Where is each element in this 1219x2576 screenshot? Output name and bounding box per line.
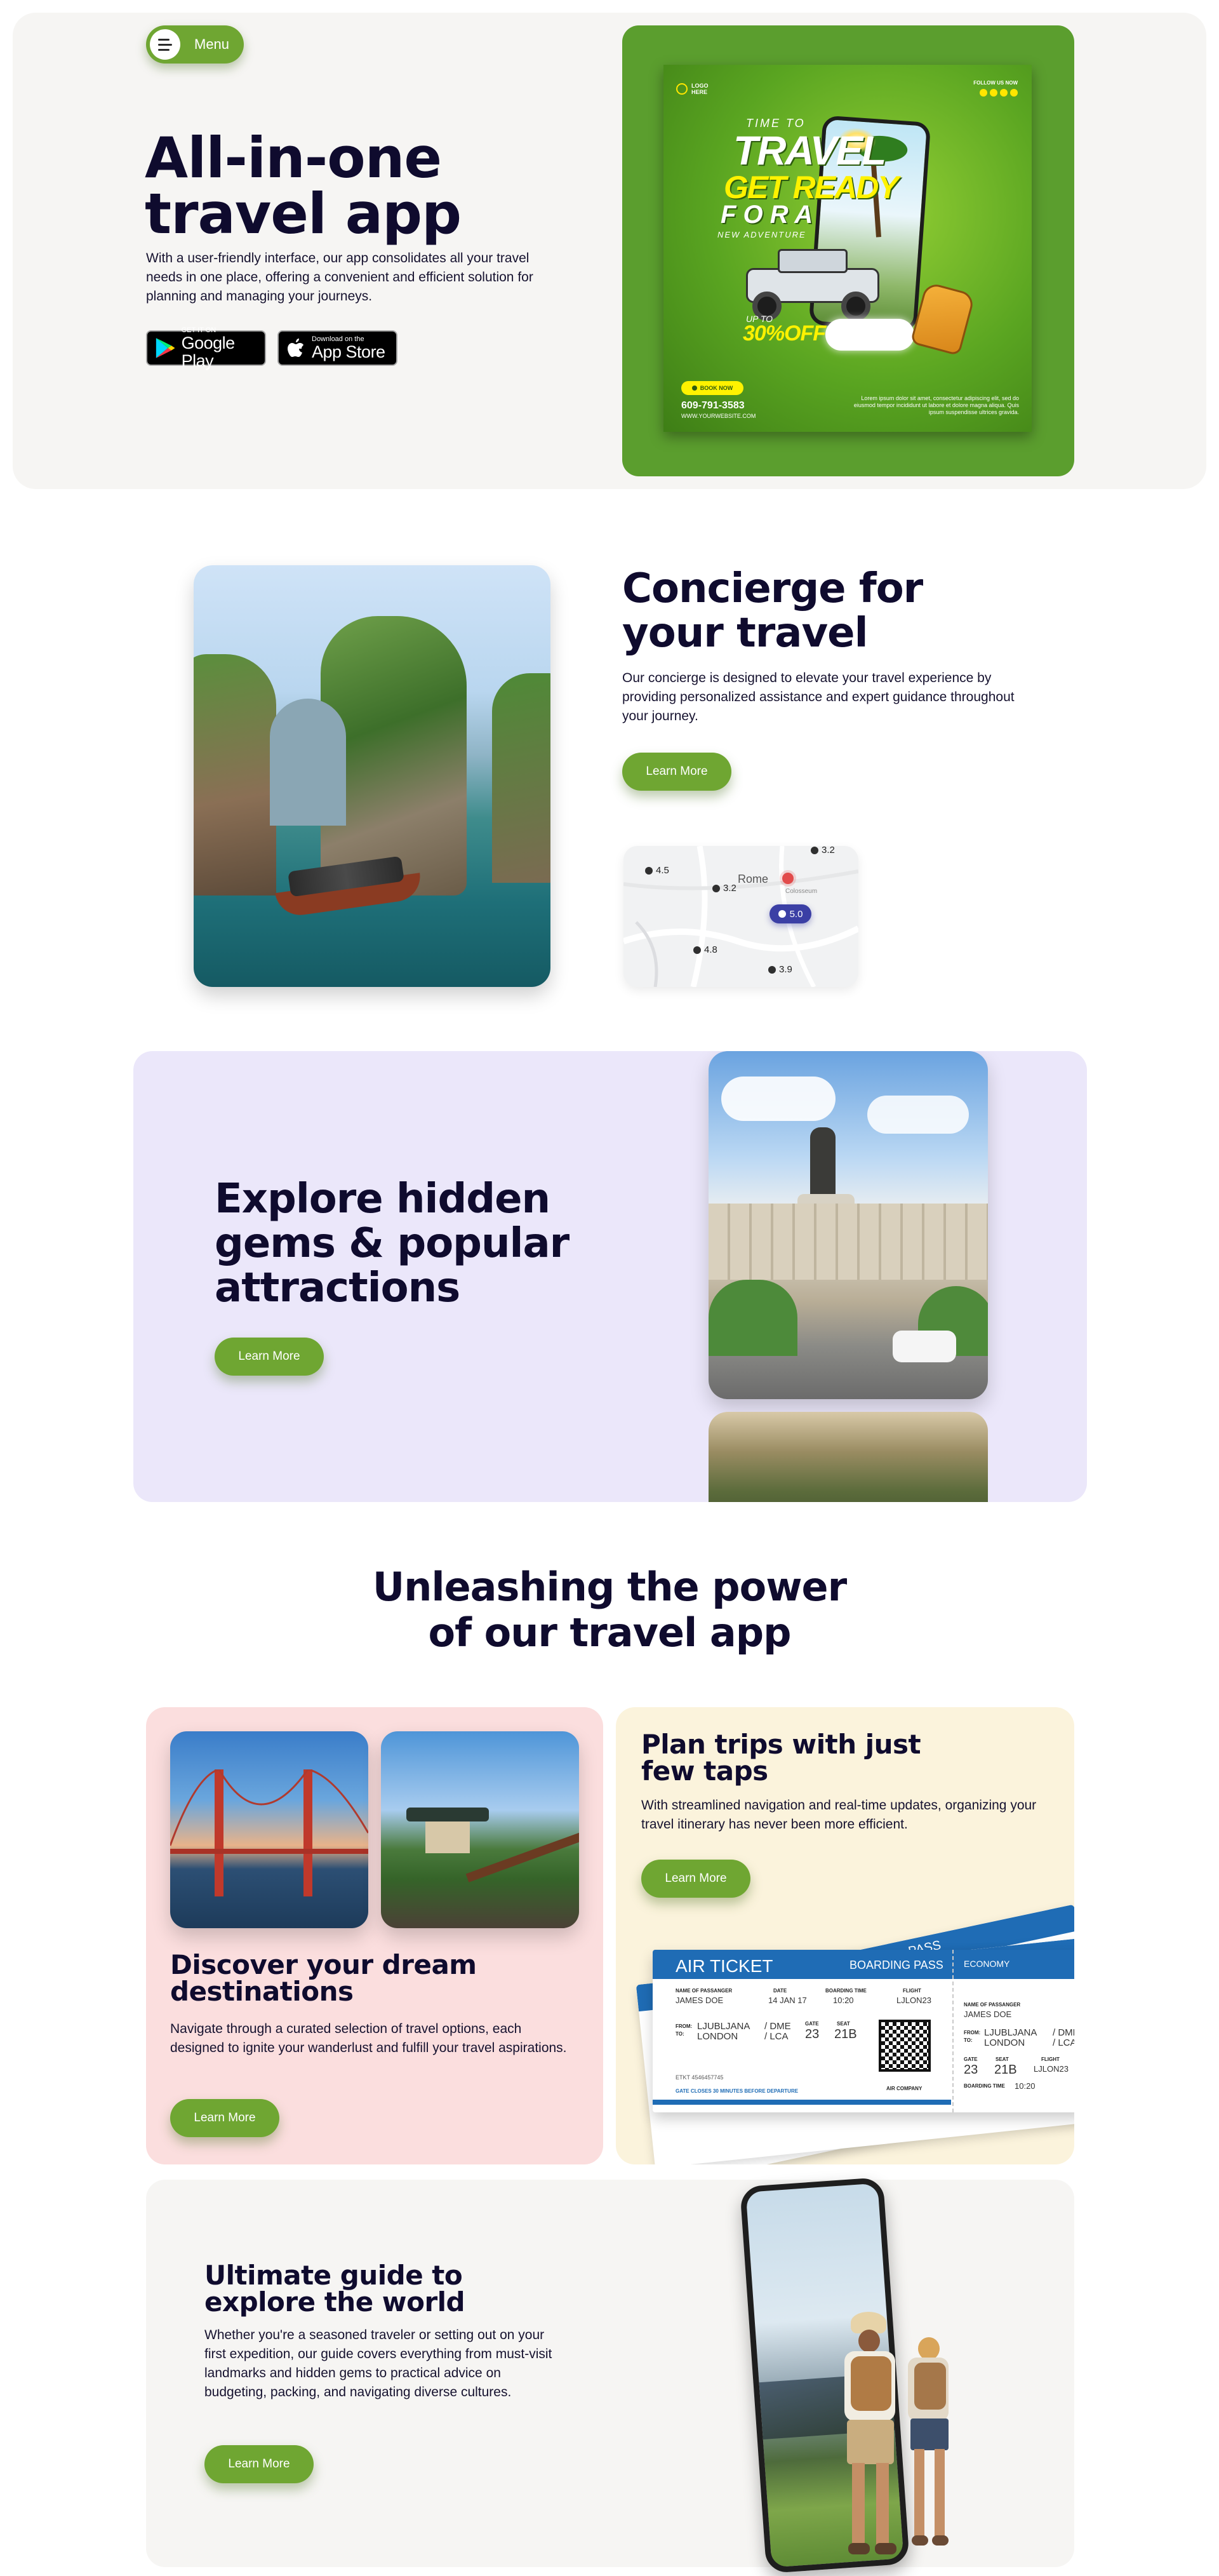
guide-title-line2: explore the world (204, 2286, 465, 2318)
explore-learn-more-button[interactable]: Learn More (215, 1338, 324, 1376)
guide-learn-more-button[interactable]: Learn More (204, 2445, 314, 2483)
poster-phone-number: 609-791-3583 (681, 400, 745, 411)
plan-learn-more-button[interactable]: Learn More (641, 1860, 750, 1898)
hero-promo-card: LOGO HERE FOLLOW US NOW TIME TO TRAVEL G… (622, 25, 1074, 476)
concierge-photo (194, 565, 550, 987)
power-title-line2: of our travel app (428, 1609, 791, 1656)
hamburger-icon (150, 29, 180, 60)
power-title: Unleashing the power of our travel app (292, 1564, 927, 1656)
discover-description: Navigate through a curated selection of … (170, 2022, 567, 2055)
discover-card: Discover your dream destinations Navigat… (146, 1707, 603, 2164)
travel-poster: LOGO HERE FOLLOW US NOW TIME TO TRAVEL G… (663, 65, 1032, 432)
discover-title-line1: Discover your dream (170, 1949, 477, 1980)
map-city-label: Rome (738, 873, 769, 885)
apple-icon (288, 339, 303, 357)
explore-title-line3: attractions (215, 1265, 460, 1311)
poster-website: WWW.YOURWEBSITE.COM (681, 413, 756, 419)
ticket-qr-code (879, 2020, 931, 2072)
google-play-icon (156, 338, 175, 358)
map-rating-2: 4.5 (645, 865, 669, 876)
hero-title-line1: All-in-one (145, 125, 442, 191)
ticket-boarding-pass: BOARDING PASS (849, 1959, 943, 1971)
poster-discount: 30%OFF (743, 321, 826, 345)
explore-photo-statue (709, 1051, 988, 1399)
plan-card: Plan trips with just few taps With strea… (616, 1707, 1074, 2164)
app-store-big: App Store (312, 342, 385, 361)
concierge-learn-more-button[interactable]: Learn More (622, 753, 731, 791)
map-rating-3: 3.2 (712, 883, 736, 894)
jeep-image (740, 246, 886, 322)
menu-label: Menu (194, 36, 230, 52)
guide-title-line1: Ultimate guide to (204, 2260, 463, 2291)
explore-title: Explore hidden gems & popular attraction… (215, 1176, 570, 1311)
app-store-badge[interactable]: Download on the App Store (277, 330, 397, 366)
concierge-title: Concierge for your travel (622, 567, 923, 655)
map-rating-6: 3.9 (768, 964, 792, 975)
ticket-economy: ECONOMY (964, 1959, 1010, 1969)
ticket-air-ticket: AIR TICKET (676, 1956, 773, 1976)
concierge-description: Our concierge is designed to elevate you… (622, 671, 1015, 723)
plan-description: With streamlined navigation and real-tim… (641, 1798, 1037, 1832)
poster-travel: TRAVEL (733, 128, 886, 173)
google-play-big: Google Play (181, 333, 236, 370)
discover-photo-golden-gate (170, 1731, 368, 1928)
discover-photo-pagoda (381, 1731, 579, 1928)
concierge-map-card: Rome Colosseum 3.2 4.5 3.2 5.0 4.8 3.9 (623, 846, 858, 987)
discover-title-line2: destinations (170, 1976, 354, 2007)
plan-title: Plan trips with just few taps (641, 1731, 921, 1785)
plan-title-line2: few taps (641, 1755, 768, 1787)
poster-lorem: Lorem ipsum dolor sit amet, consectetur … (853, 395, 1019, 415)
discover-learn-more-button[interactable]: Learn More (170, 2099, 279, 2137)
map-rating-selected[interactable]: 5.0 (769, 904, 811, 923)
concierge-title-line1: Concierge for (622, 565, 923, 612)
hero-title: All-in-one travel app (145, 125, 462, 246)
poster-follow: FOLLOW US NOW (973, 80, 1018, 86)
hero-description: With a user-friendly interface, our app … (146, 251, 533, 304)
poster-social-icons (980, 89, 1018, 97)
poster-logo: LOGO HERE (676, 83, 710, 95)
explore-title-line2: gems & popular (215, 1220, 570, 1267)
discover-title: Discover your dream destinations (170, 1952, 477, 2005)
hero-title-line2: travel app (145, 181, 462, 246)
concierge-title-line2: your travel (622, 610, 869, 657)
explore-title-line1: Explore hidden (215, 1176, 550, 1223)
plan-title-line1: Plan trips with just (641, 1729, 921, 1760)
google-play-badge[interactable]: GET IT ON Google Play (146, 326, 266, 370)
map-landmark-label: Colosseum (785, 888, 818, 895)
map-rating-5: 4.8 (693, 944, 717, 955)
poster-new-adventure: NEW ADVENTURE (717, 230, 806, 239)
map-rating-1: 3.2 (811, 846, 835, 855)
menu-button[interactable]: Menu (146, 25, 244, 64)
front-ticket: AIR TICKET BOARDING PASS ECONOMY NAME OF… (653, 1950, 1074, 2112)
cloud-shape (825, 319, 914, 351)
explore-photo-aerial (709, 1412, 988, 1502)
poster-for-a: F O R A (721, 201, 813, 229)
power-title-line1: Unleashing the power (372, 1564, 847, 1610)
map-pin-icon (782, 873, 794, 884)
backpack-image (910, 281, 976, 356)
poster-book-now-button[interactable]: BOOK NOW (681, 381, 743, 395)
guide-title: Ultimate guide to explore the world (204, 2262, 465, 2316)
travelers-image (825, 2312, 978, 2566)
guide-description: Whether you're a seasoned traveler or se… (204, 2328, 552, 2399)
